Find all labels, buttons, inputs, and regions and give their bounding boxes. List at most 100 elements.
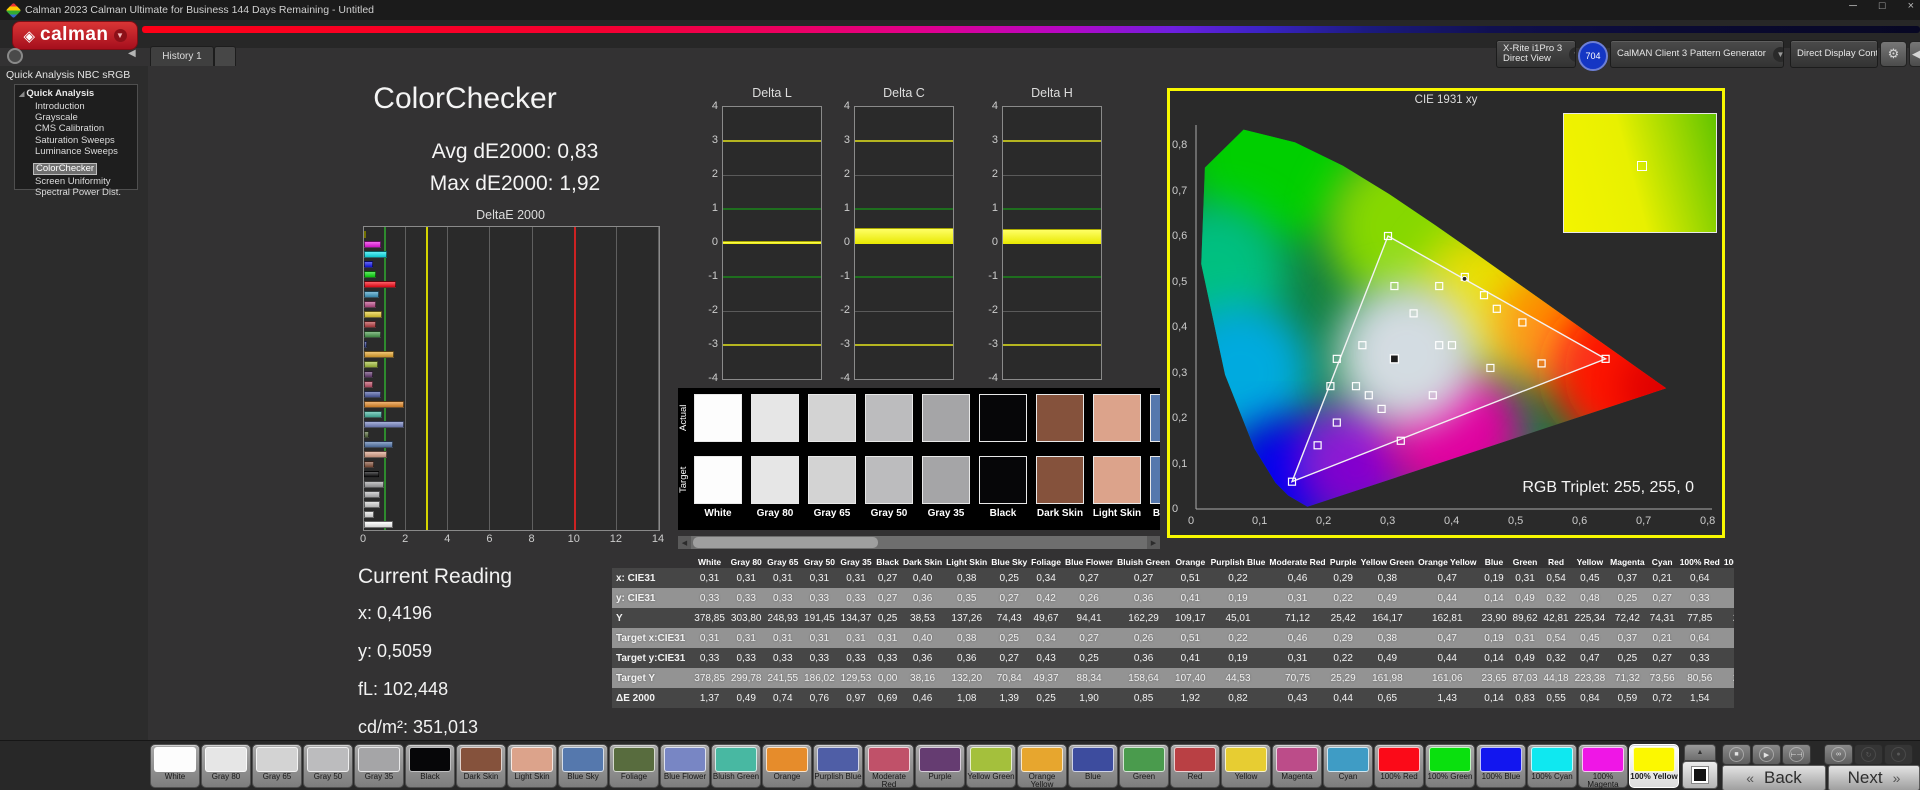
tab-history-1[interactable]: History 1 — [150, 46, 214, 66]
minimize-icon[interactable]: ─ — [1849, 0, 1857, 12]
tree-root[interactable]: ◢ Quick Analysis — [19, 88, 137, 101]
stop-icon: ■ — [1729, 747, 1744, 762]
patch-button-light-skin[interactable]: Light Skin — [507, 744, 557, 788]
de-bar — [364, 281, 397, 288]
patch-button-yellow-green[interactable]: Yellow Green — [966, 744, 1016, 788]
patch-button-moderate-red[interactable]: Moderate Red — [864, 744, 914, 789]
table-cell: 0,33 — [764, 648, 802, 668]
partial-toolbar-button[interactable]: ◀ — [1909, 41, 1920, 67]
table-col-header: Blue Sky — [991, 557, 1028, 567]
calman-menu-button[interactable]: ◈ calman ▼ — [12, 21, 138, 50]
de-bar — [364, 271, 376, 278]
patch-label: Dark Skin — [463, 773, 499, 781]
x-tick-label: 14 — [651, 533, 665, 545]
maximize-icon[interactable]: □ — [1879, 0, 1886, 12]
back-button[interactable]: « Back — [1722, 765, 1826, 790]
patch-button-100-cyan[interactable]: 100% Cyan — [1527, 744, 1577, 788]
patch-button-gray-65[interactable]: Gray 65 — [252, 744, 302, 788]
tab-stub[interactable] — [214, 46, 236, 66]
table-cell: 0,31 — [1509, 568, 1541, 588]
swatch-row-label: Target — [678, 466, 689, 494]
sidebar-item-cms-calibration[interactable]: CMS Calibration — [19, 123, 137, 134]
x-tick-label: 4 — [444, 533, 451, 545]
pattern-size-button[interactable]: ⊢⊣ — [1782, 744, 1811, 765]
cie-x-tick: 0,4 — [1444, 515, 1460, 527]
next-button[interactable]: Next » — [1828, 765, 1920, 790]
table-cell: 0,49 — [727, 688, 765, 708]
table-cell: 0,59 — [1608, 688, 1647, 708]
patch-button-gray-80[interactable]: Gray 80 — [201, 744, 251, 788]
patch-chip — [409, 747, 451, 772]
patch-button-purple[interactable]: Purple — [915, 744, 965, 788]
x-tick-label: 10 — [567, 533, 580, 545]
patch-button-100-blue[interactable]: 100% Blue — [1476, 744, 1526, 788]
stop-button[interactable]: ■ — [1722, 744, 1751, 765]
patch-button-gray-35[interactable]: Gray 35 — [354, 744, 404, 788]
scroll-right-icon[interactable]: ▶ — [1147, 536, 1160, 549]
patch-button-purplish-blue[interactable]: Purplish Blue — [813, 744, 863, 788]
patch-button-orange-yellow[interactable]: Orange Yellow — [1017, 744, 1067, 789]
sidebar-item-screen-uniformity[interactable]: Screen Uniformity — [19, 176, 137, 187]
table-cell: 0,64 — [1677, 628, 1722, 648]
patch-button-green[interactable]: Green — [1119, 744, 1169, 788]
swatch-scrollbar[interactable]: ◀ ▶ — [678, 536, 1160, 549]
play-button[interactable]: ▶ — [1752, 744, 1781, 765]
continuous-button[interactable]: ∞ — [1824, 744, 1853, 765]
patch-button-bluish-green[interactable]: Bluish Green — [711, 744, 761, 788]
patch-label: Gray 65 — [262, 773, 292, 781]
patch-button-cyan[interactable]: Cyan — [1323, 744, 1373, 788]
scrollbar-thumb[interactable] — [693, 537, 878, 548]
patch-button-yellow[interactable]: Yellow — [1221, 744, 1271, 788]
cie-y-tick: 0 — [1172, 503, 1179, 515]
calman-logo-word: calman — [40, 23, 109, 45]
patch-button-magenta[interactable]: Magenta — [1272, 744, 1322, 788]
sidebar-item-colorchecker[interactable]: ColorChecker — [33, 162, 98, 175]
table-cell: 0,14 — [1478, 588, 1510, 608]
sidebar-collapse-icon[interactable]: ◀ — [128, 48, 136, 59]
table-cell: 1,39 — [989, 688, 1030, 708]
patch-button-dark-skin[interactable]: Dark Skin — [456, 744, 506, 788]
delta-plot — [854, 106, 954, 380]
table-cell: 73,56 — [1646, 668, 1678, 688]
expand-panel-button[interactable]: ▲ — [1684, 744, 1716, 761]
close-icon[interactable]: × — [1908, 0, 1914, 12]
scroll-left-icon[interactable]: ◀ — [678, 536, 691, 549]
patch-button-100-yellow[interactable]: 100% Yellow — [1629, 744, 1679, 788]
patch-button-blue-flower[interactable]: Blue Flower — [660, 744, 710, 788]
y-tick-label: 4 — [711, 100, 718, 112]
meter-count-badge[interactable]: 704 — [1578, 41, 1608, 71]
settings-gear-icon[interactable]: ⚙ — [1880, 41, 1907, 67]
sidebar-item-introduction[interactable]: Introduction — [19, 101, 137, 112]
sidebar-item-spectral-power-dist-[interactable]: Spectral Power Dist. — [19, 187, 137, 198]
patch-button-white[interactable]: White — [150, 744, 200, 788]
patch-button-blue-sky[interactable]: Blue Sky — [558, 744, 608, 788]
table-cell: 0,00 — [874, 668, 901, 688]
patch-button-black[interactable]: Black — [405, 744, 455, 788]
delta-bar — [723, 240, 821, 244]
delta-bar — [1003, 229, 1101, 244]
sidebar-item-saturation-sweeps[interactable]: Saturation Sweeps — [19, 135, 137, 146]
pattern-window-button[interactable] — [1682, 761, 1718, 789]
patch-button-100-green[interactable]: 100% Green — [1425, 744, 1475, 788]
patch-button-100-magenta[interactable]: 100% Magenta — [1578, 744, 1628, 789]
tolerance-line — [426, 227, 429, 530]
patch-button-red[interactable]: Red — [1170, 744, 1220, 788]
sidebar-item-luminance-sweeps[interactable]: Luminance Sweeps — [19, 146, 137, 157]
display-control-button[interactable]: Direct Display Control ▼ — [1790, 40, 1878, 68]
de-bar — [364, 331, 382, 338]
patch-button-foliage[interactable]: Foliage — [609, 744, 659, 788]
patch-chip — [868, 747, 910, 772]
meter-select-button[interactable]: X-Rite i1Pro 3 Direct View ▼ — [1496, 40, 1576, 68]
patch-button-gray-50[interactable]: Gray 50 — [303, 744, 353, 788]
sidebar-item-grayscale[interactable]: Grayscale — [19, 112, 137, 123]
table-row-header: Target x:CIE31 — [612, 628, 692, 648]
table-col-header: Gray 80 — [730, 557, 762, 567]
de-bar — [364, 521, 393, 528]
patch-button-100-red[interactable]: 100% Red — [1374, 744, 1424, 788]
table-cell: 89,62 — [1509, 608, 1541, 628]
workspace-knob-icon[interactable] — [7, 48, 23, 64]
patch-button-orange[interactable]: Orange — [762, 744, 812, 788]
pattern-generator-button[interactable]: CalMAN Client 3 Pattern Generator ▼ — [1610, 40, 1784, 68]
table-cell: 74,31 — [1646, 608, 1678, 628]
patch-button-blue[interactable]: Blue — [1068, 744, 1118, 788]
